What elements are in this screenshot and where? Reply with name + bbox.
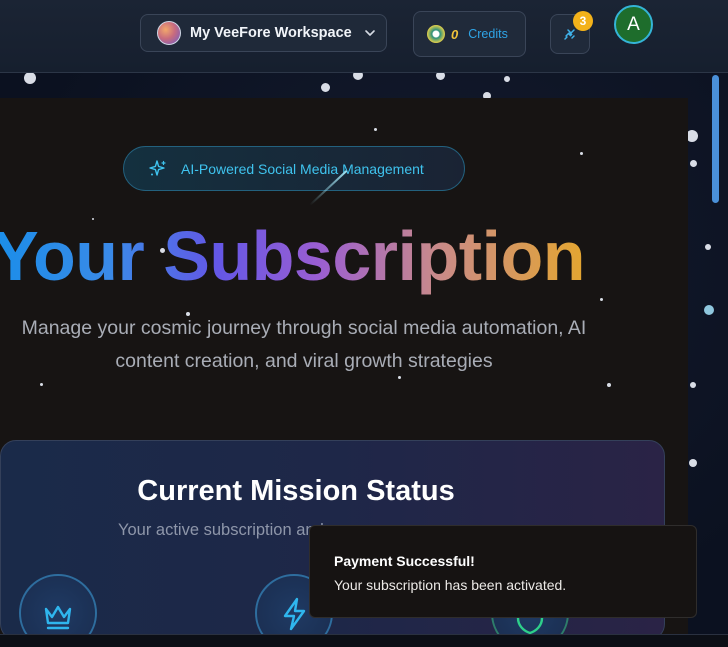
credits-count: 0 [451, 26, 459, 42]
sparkles-icon [149, 159, 166, 176]
star [580, 152, 583, 155]
star [607, 383, 611, 387]
credits-button[interactable]: 0 Credits [413, 11, 526, 57]
chevron-down-icon [364, 30, 375, 36]
user-avatar[interactable]: A [614, 5, 653, 44]
star [321, 83, 330, 92]
bottom-edge-bar [0, 634, 728, 647]
crown-icon [44, 605, 72, 630]
scrollbar-thumb[interactable] [712, 75, 719, 203]
toast-title: Payment Successful! [334, 553, 475, 569]
credits-label: Credits [468, 27, 508, 41]
star [690, 160, 697, 167]
page-subtitle: Manage your cosmic journey through socia… [21, 317, 587, 372]
star [24, 72, 36, 84]
star [690, 382, 696, 388]
star [40, 383, 43, 386]
workspace-label: My VeeFore Workspace [190, 25, 352, 41]
payment-success-toast[interactable]: Payment Successful! Your subscription ha… [309, 525, 697, 618]
star [374, 128, 377, 131]
workspace-avatar [157, 21, 181, 45]
workspace-switcher[interactable]: My VeeFore Workspace [140, 14, 387, 52]
coin-icon [427, 25, 445, 43]
ai-feature-badge-label: AI-Powered Social Media Management [181, 160, 424, 177]
lightning-icon [283, 597, 306, 631]
top-bar: My VeeFore Workspace 0 Credits 3 A [0, 0, 728, 73]
page-title: Your Subscription [0, 216, 586, 296]
mission-status-title: Current Mission Status [137, 475, 455, 507]
app-screen: My VeeFore Workspace 0 Credits 3 A AI-Po… [0, 0, 728, 647]
star [600, 298, 603, 301]
toast-description: Your subscription has been activated. [334, 577, 567, 593]
notification-count-badge: 3 [573, 11, 593, 31]
star [504, 76, 510, 82]
star [689, 459, 697, 467]
ai-feature-badge: AI-Powered Social Media Management [123, 146, 465, 191]
